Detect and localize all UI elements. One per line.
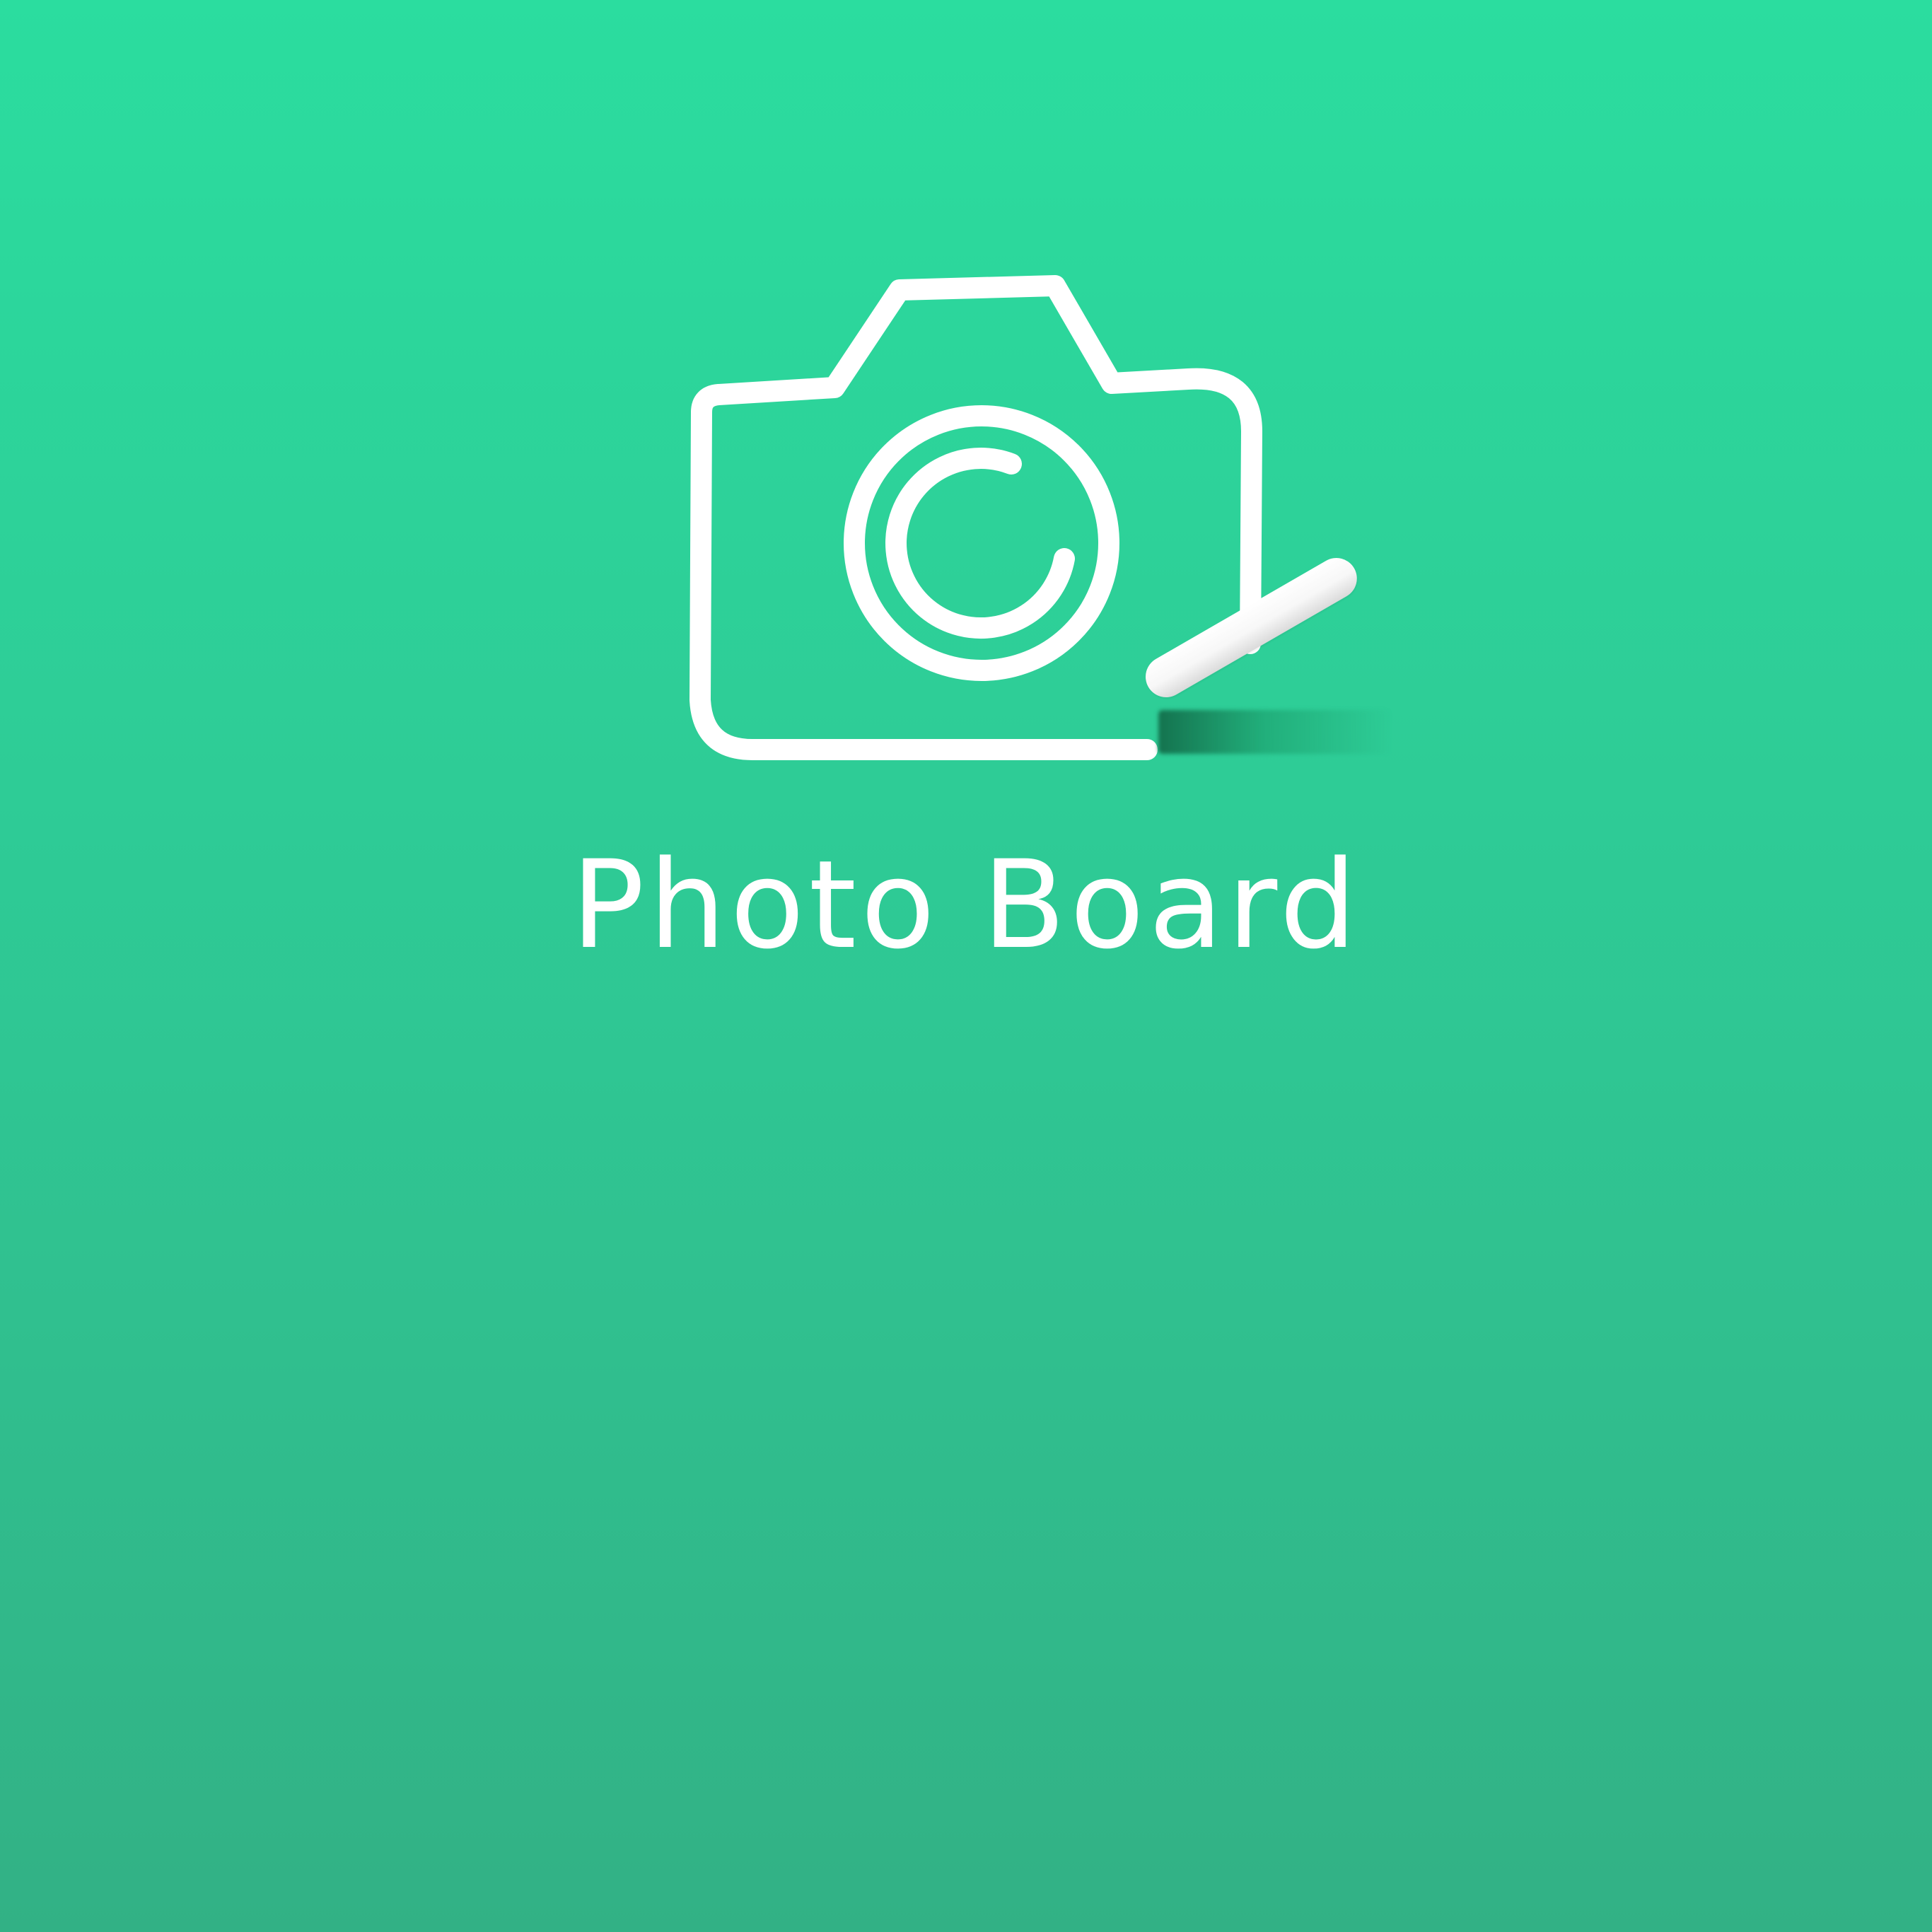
camera-lens-inner: [885, 448, 1075, 639]
app-title: Photo Board: [571, 834, 1361, 976]
camera-icon: [689, 275, 1262, 760]
chalk-shadow: [1158, 710, 1392, 754]
